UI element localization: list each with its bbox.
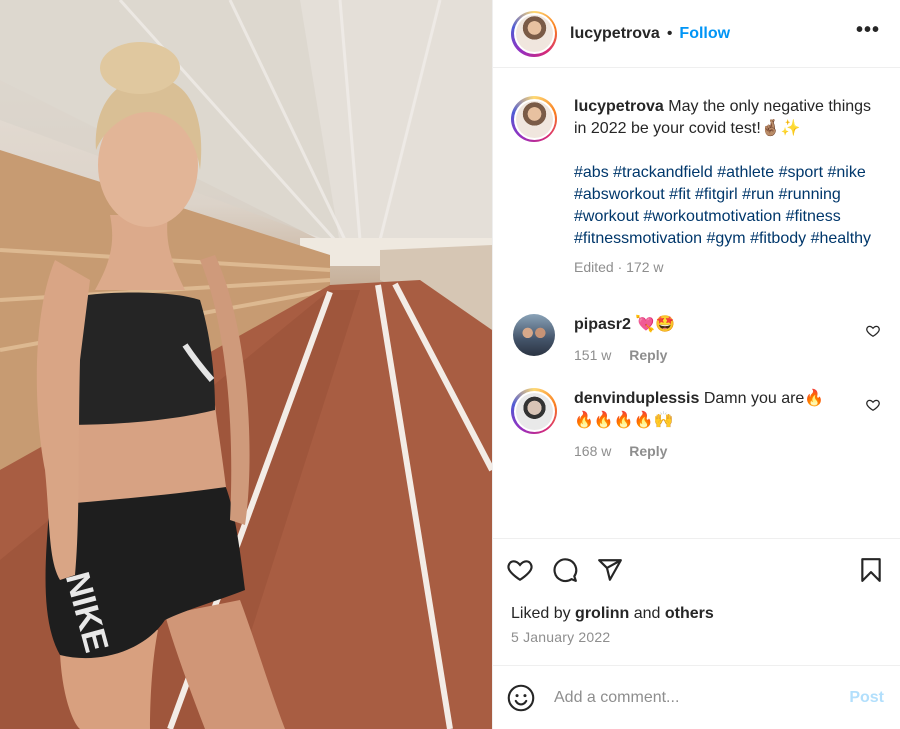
caption-meta: Edited · 172 w xyxy=(574,259,664,275)
reply-button[interactable]: Reply xyxy=(629,347,667,363)
liked-by-prefix: Liked by xyxy=(511,605,571,622)
caption-avatar[interactable] xyxy=(511,96,557,142)
liked-by-conj: and xyxy=(633,605,661,622)
like-comment-heart-icon[interactable] xyxy=(866,398,880,412)
comment-input[interactable] xyxy=(554,688,850,707)
post-caption: lucypetrova May the only negative things… xyxy=(511,96,882,278)
comments-feed[interactable]: lucypetrova May the only negative things… xyxy=(493,68,900,538)
commenter-username[interactable]: denvinduplessis xyxy=(574,390,699,407)
commenter-username[interactable]: pipasr2 xyxy=(574,316,631,333)
liked-by-user[interactable]: grolinn xyxy=(575,605,629,622)
post-header: lucypetrova • Follow ••• xyxy=(493,0,900,68)
post-comment-button[interactable]: Post xyxy=(849,689,884,707)
header-separator: • xyxy=(666,24,673,42)
author-username[interactable]: lucypetrova xyxy=(570,25,660,43)
add-comment-bar: Post xyxy=(493,666,900,729)
more-options-icon[interactable]: ••• xyxy=(856,20,880,43)
comment-item: denvinduplessis Damn you are🔥🔥🔥🔥🔥🙌 168 w… xyxy=(511,388,882,462)
emoji-icon[interactable] xyxy=(507,684,535,712)
post-photo[interactable]: NIKE xyxy=(0,0,492,729)
caption-body: lucypetrova May the only negative things… xyxy=(574,96,874,278)
post-actions xyxy=(493,538,900,600)
liked-by: Liked by grolinn and others xyxy=(511,605,882,623)
comment-icon[interactable] xyxy=(552,557,578,583)
likes-section: Liked by grolinn and others 5 January 20… xyxy=(493,600,900,666)
bookmark-icon[interactable] xyxy=(858,557,884,583)
reply-button[interactable]: Reply xyxy=(629,443,667,459)
caption-hashtags[interactable]: #abs #trackandfield #athlete #sport #nik… xyxy=(574,162,874,250)
share-icon[interactable] xyxy=(597,557,623,583)
commenter-avatar[interactable] xyxy=(511,388,557,434)
commenter-avatar[interactable] xyxy=(513,314,555,356)
caption-username[interactable]: lucypetrova xyxy=(574,98,664,115)
author-avatar[interactable] xyxy=(511,10,557,57)
post-date[interactable]: 5 January 2022 xyxy=(511,629,882,645)
like-comment-heart-icon[interactable] xyxy=(866,324,880,338)
liked-by-others[interactable]: others xyxy=(665,605,714,622)
comment-age: 168 w xyxy=(574,443,612,459)
instagram-post: NIKE lucypetrova • Follow ••• lucypetrov… xyxy=(0,0,900,729)
comment-item: pipasr2 💘🤩 151 w Reply xyxy=(511,314,882,366)
heart-icon[interactable] xyxy=(507,557,533,583)
photo-illustration: NIKE xyxy=(0,0,492,729)
follow-button[interactable]: Follow xyxy=(679,25,730,43)
comment-age: 151 w xyxy=(574,347,612,363)
comment-text: 💘🤩 xyxy=(635,316,676,333)
post-sidebar: lucypetrova • Follow ••• lucypetrova May… xyxy=(492,0,900,729)
